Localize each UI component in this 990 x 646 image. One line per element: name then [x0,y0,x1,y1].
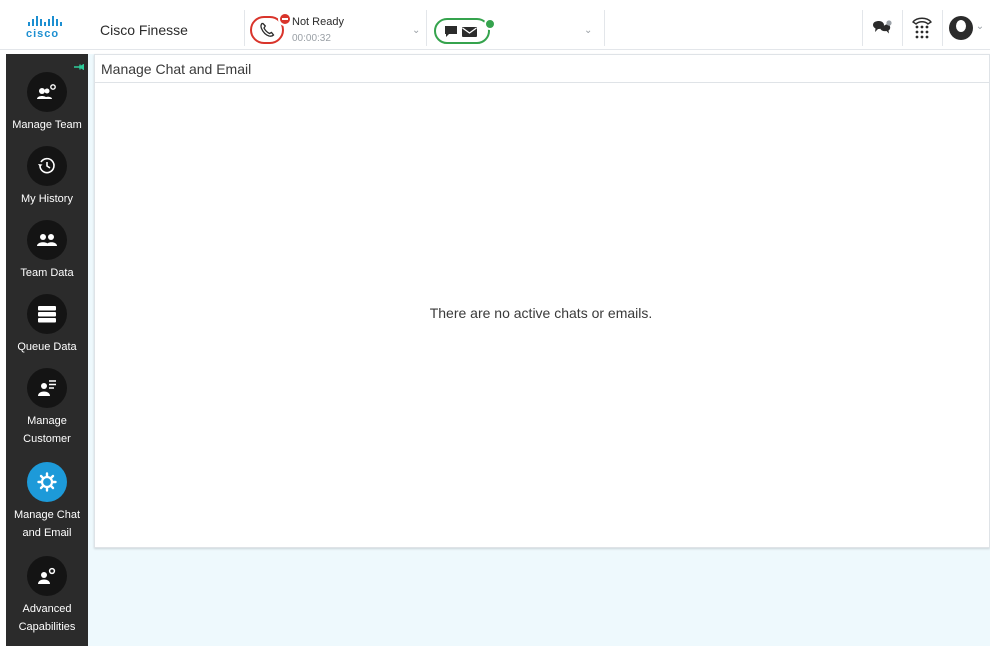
sidebar-item-label: Manage Team [12,119,82,131]
user-avatar-icon [948,16,973,40]
sidebar-item-queue-data[interactable]: Queue Data [6,294,88,356]
ready-badge-icon [484,18,496,30]
user-menu[interactable]: ⌄ [946,14,986,42]
not-ready-badge-icon [278,12,292,26]
sidebar-item-label: Manage Customer [23,415,71,445]
customer-icon [27,368,67,408]
history-icon [27,146,67,186]
team-icon [27,220,67,260]
gear-icon [27,462,67,502]
divider [244,10,245,46]
agent-gear-icon [27,556,67,596]
sidebar-item-label: Queue Data [17,341,77,353]
sidebar-item-my-history[interactable]: My History [6,146,88,208]
chat-email-status-pill [434,18,496,44]
cisco-logo-bars [28,16,74,26]
divider [426,10,427,46]
app-title: Cisco Finesse [100,22,188,38]
divider [902,10,903,46]
chat-bubbles-icon[interactable] [868,14,896,42]
sidebar-item-team-data[interactable]: Team Data [6,220,88,282]
cisco-logo-word: cisco [26,28,60,40]
sidebar-item-advanced-capabilities[interactable]: Advanced Capabilities [6,556,88,636]
divider [862,10,863,46]
sidebar-item-label: Team Data [20,267,74,279]
voice-state-dropdown[interactable]: Not Ready 00:00:32 ⌄ [248,12,424,46]
sidebar-nav: Manage Team My History Team Data Queue D… [6,54,88,646]
pin-icon[interactable] [74,64,84,70]
top-header: cisco Cisco Finesse Not Ready 00:00:32 ⌄ [0,0,990,50]
main-content: Manage Chat and Email There are no activ… [88,54,990,646]
sidebar-item-manage-customer[interactable]: Manage Customer [6,368,88,448]
panel-title: Manage Chat and Email [95,55,989,83]
phone-icon [260,22,275,37]
chevron-down-icon: ⌄ [975,20,985,32]
chat-email-state-dropdown[interactable]: ⌄ [432,14,602,46]
divider [942,10,943,46]
chevron-down-icon: ⌄ [584,25,593,36]
sidebar-item-manage-team[interactable]: Manage Team [6,72,88,134]
voice-status-pill [250,12,292,44]
chevron-down-icon: ⌄ [412,25,421,36]
sidebar-item-label: Advanced Capabilities [18,603,76,633]
sidebar-item-manage-chat-email[interactable]: Manage Chat and Email [6,462,88,542]
finesse-desktop: cisco Cisco Finesse Not Ready 00:00:32 ⌄ [0,0,990,646]
chat-email-icon [445,26,477,37]
dialpad-icon[interactable] [908,14,936,42]
team-settings-icon [27,72,67,112]
voice-state-label: Not Ready [292,16,344,28]
queue-list-icon [27,294,67,334]
sidebar-item-label: Manage Chat and Email [13,509,81,539]
cisco-logo: cisco [26,16,74,42]
divider [604,10,605,46]
empty-state-message: There are no active chats or emails. [429,305,653,321]
voice-state-timer: 00:00:32 [292,33,331,44]
sidebar-item-label: My History [21,193,73,205]
chat-email-panel: Manage Chat and Email There are no activ… [94,54,990,548]
